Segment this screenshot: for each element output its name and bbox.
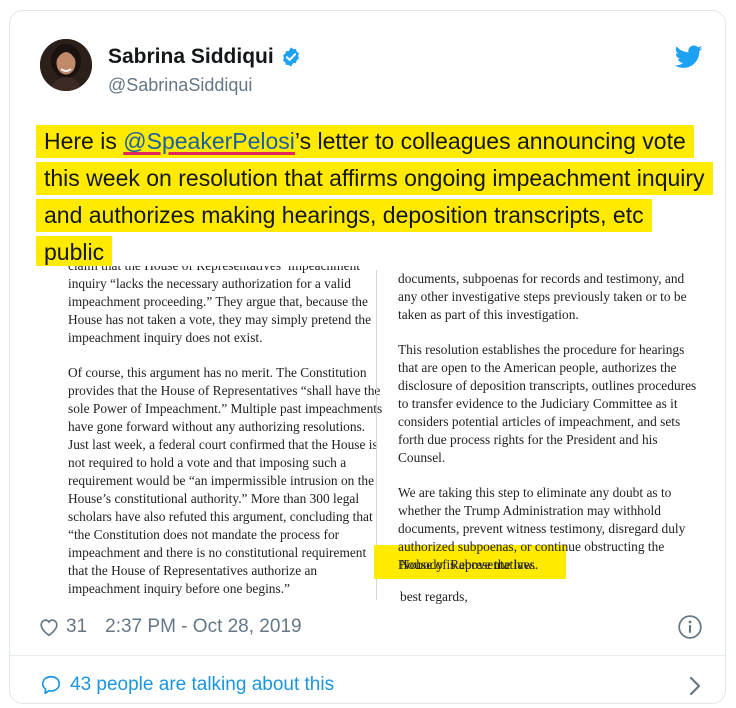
twitter-bird-icon[interactable]: [675, 45, 703, 69]
footer-separator: [10, 655, 725, 656]
letter-highlighted-line: Nobody is above the law.: [400, 557, 536, 572]
letter-paragraph: claim that the House of Representatives’…: [68, 266, 372, 345]
heart-icon[interactable]: [38, 616, 60, 638]
talking-count-text[interactable]: 43 people are talking about this: [70, 674, 334, 696]
tweet-text: Here is @SpeakerPelosi’s letter to colle…: [36, 123, 716, 271]
like-count[interactable]: 31: [66, 616, 87, 638]
conversation-link[interactable]: 43 people are talking about this: [40, 674, 334, 696]
author-handle[interactable]: @SabrinaSiddiqui: [108, 75, 252, 96]
avatar[interactable]: [40, 39, 92, 91]
profile-photo-icon: [40, 39, 92, 91]
letter-paragraph: This resolution establishes the procedur…: [398, 342, 697, 465]
tweet-meta: 31 2:37 PM - Oct 28, 2019: [38, 616, 302, 638]
letter-left-column: claim that the House of Representatives’…: [68, 266, 386, 608]
tweet-card: Sabrina Siddiqui @SabrinaSiddiqui Here i…: [9, 10, 726, 704]
letter-paragraph: documents, subpoenas for records and tes…: [398, 271, 687, 322]
chevron-right-icon[interactable]: [687, 675, 703, 697]
tweet-prefix: Here is: [44, 128, 124, 154]
speech-bubble-icon: [41, 675, 61, 695]
letter-right-column: documents, subpoenas for records and tes…: [398, 266, 698, 591]
info-icon[interactable]: [677, 614, 703, 640]
mention-link[interactable]: @SpeakerPelosi: [123, 128, 295, 154]
author-name[interactable]: Sabrina Siddiqui: [108, 45, 274, 69]
letter-image[interactable]: claim that the House of Representatives’…: [36, 266, 716, 608]
letter-closing: best regards,: [400, 589, 468, 604]
letter-paragraph: Of course, this argument has no merit. T…: [68, 365, 383, 596]
author-name-row[interactable]: Sabrina Siddiqui: [108, 45, 302, 69]
verified-badge-icon: [282, 47, 299, 67]
tweet-highlight: Here is @SpeakerPelosi’s letter to colle…: [36, 125, 713, 269]
tweet-timestamp[interactable]: 2:37 PM - Oct 28, 2019: [105, 616, 301, 638]
